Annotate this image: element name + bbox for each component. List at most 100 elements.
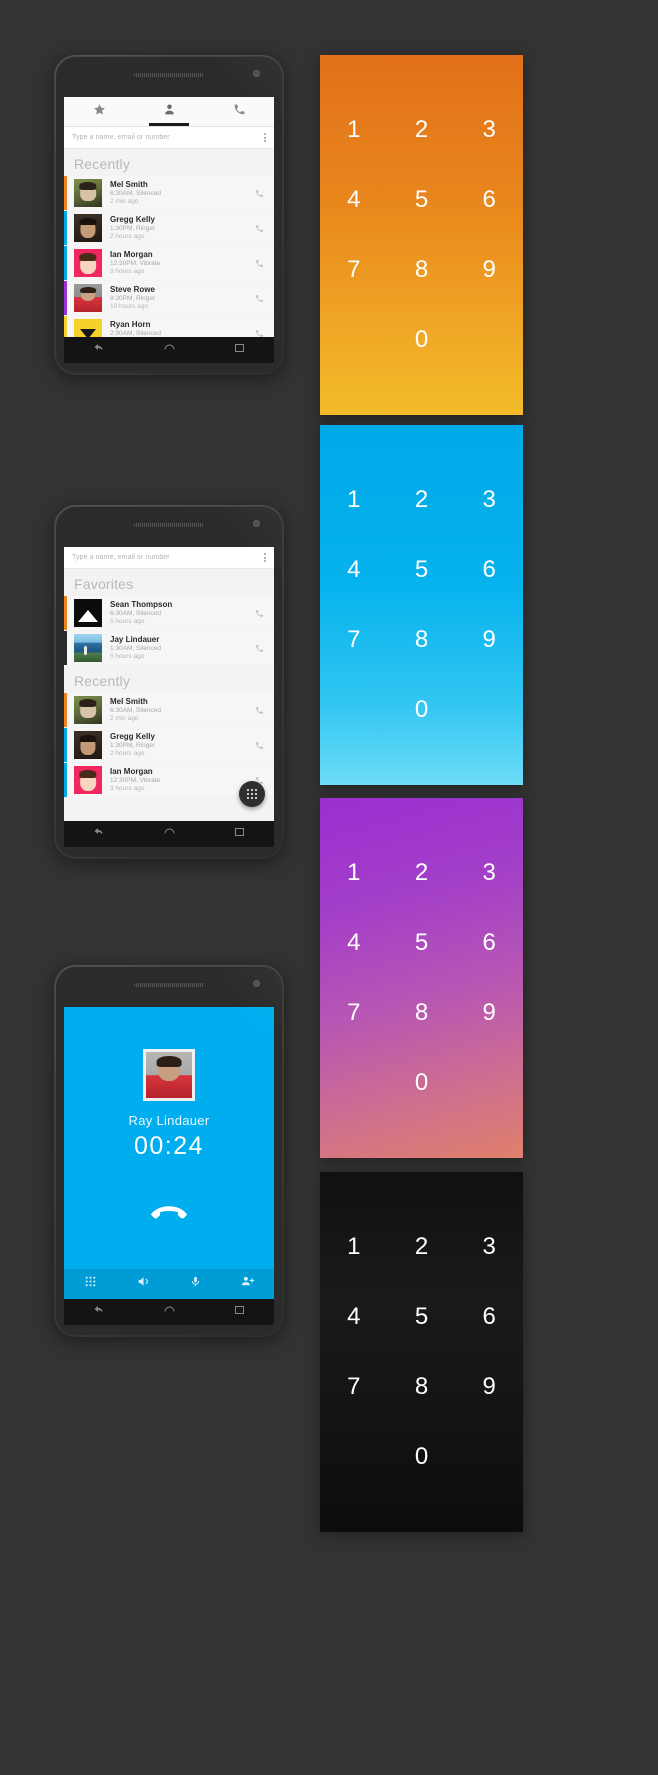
search-input[interactable]: Type a name, email or number — [72, 554, 258, 561]
list-item[interactable]: Sean Thompson 6:30AM, Silenced 5 hours a… — [64, 596, 274, 630]
call-back-icon[interactable] — [252, 329, 266, 338]
list-item[interactable]: Ryan Horn 2:30AM, Silenced 12 hours ago — [64, 316, 274, 337]
dial-key-2[interactable]: 2 — [388, 118, 456, 142]
call-back-icon[interactable] — [252, 741, 266, 750]
hangup-button[interactable] — [64, 1201, 274, 1226]
dial-key-4[interactable]: 4 — [320, 558, 388, 582]
recents-squares-icon[interactable] — [233, 825, 246, 843]
dial-key-0[interactable]: 0 — [388, 1445, 456, 1469]
home-icon[interactable] — [162, 825, 177, 843]
contact-time: 2 min ago — [110, 198, 139, 205]
dialpad-black[interactable]: 1 2 3 4 5 6 7 8 9 0 — [320, 1172, 523, 1532]
call-back-icon[interactable] — [252, 259, 266, 268]
call-back-icon[interactable] — [252, 189, 266, 198]
list-item[interactable]: Ian Morgan 12:30PM, Vibrate 3 hours ago — [64, 246, 274, 280]
phone2-contact-list[interactable]: Favorites Sean Thompson 6:30AM, Silenced… — [64, 569, 274, 821]
dial-key-9[interactable]: 9 — [455, 1001, 523, 1025]
dial-key-2[interactable]: 2 — [388, 1235, 456, 1259]
dialpad-orange[interactable]: 1 2 3 4 5 6 7 8 9 0 — [320, 55, 523, 415]
call-back-icon[interactable] — [252, 644, 266, 653]
home-icon[interactable] — [162, 1303, 177, 1321]
list-item[interactable]: Mel Smith 6:30AM, Silenced 2 min ago — [64, 693, 274, 727]
dial-key-0[interactable]: 0 — [388, 1071, 456, 1095]
phone-bezel: Type a name, email or number Favorites S… — [56, 507, 282, 857]
dial-key-8[interactable]: 8 — [388, 258, 456, 282]
dial-key-7[interactable]: 7 — [320, 628, 388, 652]
screenshot-canvas: Type a name, email or number Recently Me… — [0, 0, 658, 1775]
list-item[interactable]: Gregg Kelly 1:30PM, Ringer 2 hours ago — [64, 728, 274, 762]
avatar — [74, 319, 102, 337]
back-arrow-icon[interactable] — [92, 341, 106, 359]
call-back-icon[interactable] — [252, 609, 266, 618]
dial-key-4[interactable]: 4 — [320, 1305, 388, 1329]
search-bar[interactable]: Type a name, email or number — [64, 547, 274, 569]
dial-key-1[interactable]: 1 — [320, 861, 388, 885]
recents-squares-icon[interactable] — [233, 1303, 246, 1321]
caller-avatar — [143, 1049, 195, 1101]
contact-time: 5 hours ago — [110, 653, 145, 660]
dial-key-2[interactable]: 2 — [388, 861, 456, 885]
dial-key-5[interactable]: 5 — [388, 931, 456, 955]
list-item[interactable]: Mel Smith 6:30AM, Silenced 2 min ago — [64, 176, 274, 210]
dial-key-8[interactable]: 8 — [388, 628, 456, 652]
dial-key-1[interactable]: 1 — [320, 1235, 388, 1259]
dial-key-8[interactable]: 8 — [388, 1001, 456, 1025]
dial-key-4[interactable]: 4 — [320, 931, 388, 955]
dial-key-3[interactable]: 3 — [455, 488, 523, 512]
dial-key-6[interactable]: 6 — [455, 1305, 523, 1329]
dial-key-9[interactable]: 9 — [455, 258, 523, 282]
mute-button[interactable] — [190, 1275, 201, 1293]
call-duration: 00:24 — [133, 1132, 205, 1160]
dialpad-button[interactable] — [84, 1275, 97, 1293]
dial-key-3[interactable]: 3 — [455, 118, 523, 142]
dial-key-0[interactable]: 0 — [388, 328, 456, 352]
call-back-icon[interactable] — [252, 706, 266, 715]
dial-key-4[interactable]: 4 — [320, 188, 388, 212]
home-icon[interactable] — [162, 341, 177, 359]
call-back-icon[interactable] — [252, 294, 266, 303]
section-header: Recently — [74, 673, 131, 689]
list-item[interactable]: Gregg Kelly 1:30PM, Ringer 2 hours ago — [64, 211, 274, 245]
phone-bezel: Ray Lindauer 00:24 — [56, 967, 282, 1335]
dial-key-6[interactable]: 6 — [455, 558, 523, 582]
avatar — [74, 214, 102, 242]
dialpad-blue[interactable]: 1 2 3 4 5 6 7 8 9 0 — [320, 425, 523, 785]
list-item[interactable]: Steve Rowe 8:30PM, Ringer 10 hours ago — [64, 281, 274, 315]
dial-key-7[interactable]: 7 — [320, 258, 388, 282]
tab-recents[interactable] — [204, 97, 274, 126]
dial-key-3[interactable]: 3 — [455, 1235, 523, 1259]
back-arrow-icon[interactable] — [92, 825, 106, 843]
dialpad-fab-button[interactable] — [239, 781, 265, 807]
dial-key-5[interactable]: 5 — [388, 1305, 456, 1329]
dial-key-1[interactable]: 1 — [320, 488, 388, 512]
dial-key-7[interactable]: 7 — [320, 1001, 388, 1025]
dial-key-6[interactable]: 6 — [455, 188, 523, 212]
call-back-icon[interactable] — [252, 224, 266, 233]
contact-name: Sean Thompson — [110, 599, 173, 609]
dial-key-7[interactable]: 7 — [320, 1375, 388, 1399]
dial-key-8[interactable]: 8 — [388, 1375, 456, 1399]
recents-squares-icon[interactable] — [233, 341, 246, 359]
dial-key-0[interactable]: 0 — [388, 698, 456, 722]
tab-contacts[interactable] — [134, 97, 204, 126]
back-arrow-icon[interactable] — [92, 1303, 106, 1321]
overflow-menu-icon[interactable] — [258, 553, 266, 562]
dialpad-purple[interactable]: 1 2 3 4 5 6 7 8 9 0 — [320, 798, 523, 1158]
search-input[interactable]: Type a name, email or number — [72, 134, 258, 141]
add-call-button[interactable] — [240, 1275, 255, 1293]
list-item[interactable]: Jay Lindauer 1:30AM, Silenced 5 hours ag… — [64, 631, 274, 665]
dial-key-2[interactable]: 2 — [388, 488, 456, 512]
contact-detail: 1:30PM, Ringer — [110, 224, 156, 232]
overflow-menu-icon[interactable] — [258, 133, 266, 142]
search-bar[interactable]: Type a name, email or number — [64, 127, 274, 149]
speaker-button[interactable] — [136, 1275, 151, 1293]
dial-key-1[interactable]: 1 — [320, 118, 388, 142]
tab-favorites[interactable] — [64, 97, 134, 126]
phone1-contact-list[interactable]: Recently Mel Smith 6:30AM, Silenced 2 mi… — [64, 149, 274, 337]
dial-key-3[interactable]: 3 — [455, 861, 523, 885]
dial-key-9[interactable]: 9 — [455, 628, 523, 652]
dial-key-5[interactable]: 5 — [388, 558, 456, 582]
dial-key-9[interactable]: 9 — [455, 1375, 523, 1399]
dial-key-5[interactable]: 5 — [388, 188, 456, 212]
dial-key-6[interactable]: 6 — [455, 931, 523, 955]
